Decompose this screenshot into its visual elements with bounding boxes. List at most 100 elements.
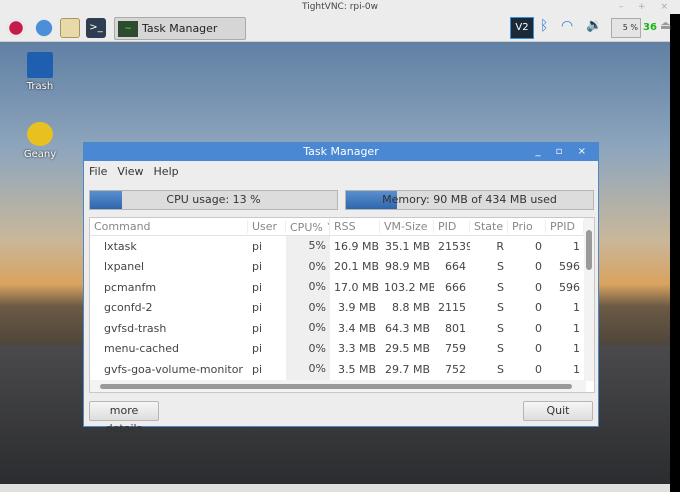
cell-command: menu-cached	[104, 342, 179, 356]
column-header-vm-size[interactable]: VM-Size	[380, 220, 434, 233]
scrollbar-thumb[interactable]	[100, 384, 572, 389]
cell-command: gconfd-2	[104, 301, 153, 315]
cell-cpu: 5%	[286, 236, 330, 257]
volume-icon[interactable]: 🔉	[586, 18, 602, 33]
cell-vm-size: 8.8 MB	[391, 301, 430, 315]
cell-command: lxtask	[104, 239, 137, 253]
cell-rss: 20.1 MB	[334, 260, 380, 274]
menu-file[interactable]: File	[89, 165, 107, 178]
vnc-window-controls[interactable]: – + ×	[619, 0, 674, 14]
cell-user: pi	[252, 362, 263, 376]
cell-cpu: 0%	[286, 338, 330, 359]
quit-button[interactable]: Quit	[523, 401, 593, 421]
table-row[interactable]: pcmanfm pi 0% 17.0 MB 103.2 MB 666 S 0 596	[90, 277, 594, 298]
table-header: Command User CPU% ˅ RSS VM-Size PID State Prio P…	[90, 218, 594, 236]
column-header-command[interactable]: Command	[90, 220, 248, 233]
column-header-pid[interactable]: PID	[434, 220, 470, 233]
menu-bar: File View Help	[84, 161, 598, 181]
cell-user: pi	[252, 260, 263, 274]
cell-prio: 0	[535, 321, 542, 335]
cell-command: gvfsd-trash	[104, 321, 167, 335]
eject-icon[interactable]: ⏏	[660, 18, 671, 32]
taskbar-task-manager-button[interactable]: ~ Task Manager	[114, 17, 246, 40]
cpu-monitor[interactable]: 5 %	[611, 18, 641, 38]
wifi-icon[interactable]: ◠	[561, 18, 573, 34]
terminal-icon[interactable]: >_	[86, 18, 106, 38]
geany-icon	[27, 122, 53, 146]
table-row[interactable]: menu-cached pi 0% 3.3 MB 29.5 MB 759 S 0 1	[90, 338, 594, 359]
table-row[interactable]: gvfs-goa-volume-monitor pi 0% 3.5 MB 29.7 MB…	[90, 359, 594, 380]
cell-cpu: 0%	[286, 318, 330, 339]
process-table: Command User CPU% ˅ RSS VM-Size PID State Prio P…	[89, 217, 595, 393]
cell-rss: 16.9 MB	[334, 239, 380, 253]
cell-state: S	[497, 301, 504, 315]
cell-state: R	[496, 239, 504, 253]
cell-command: pcmanfm	[104, 280, 157, 294]
vnc-border	[670, 14, 680, 492]
memory-label: Memory: 90 MB of 434 MB used	[382, 193, 557, 206]
cell-cpu: 0%	[286, 277, 330, 298]
vertical-scrollbar[interactable]	[584, 218, 594, 381]
scrollbar-thumb[interactable]	[586, 230, 592, 270]
table-row[interactable]: lxpanel pi 0% 20.1 MB 98.9 MB 664 S 0 596	[90, 256, 594, 277]
desktop-icon-geany[interactable]: Geany	[15, 122, 65, 160]
bluetooth-icon[interactable]: ᛒ	[540, 18, 548, 34]
cell-ppid: 1	[573, 321, 580, 335]
cell-vm-size: 35.1 MB	[384, 239, 430, 253]
task-button-label: Task Manager	[142, 22, 218, 35]
cell-cpu: 0%	[286, 297, 330, 318]
cpu-usage-bar: CPU usage: 13 %	[89, 190, 338, 210]
column-header-prio[interactable]: Prio	[508, 220, 546, 233]
table-row[interactable]: gconfd-2 pi 0% 3.9 MB 8.8 MB 2115 S 0 1	[90, 297, 594, 318]
cell-prio: 0	[535, 362, 542, 376]
table-row[interactable]: lxtask pi 5% 16.9 MB 35.1 MB 21539 R 0 1	[90, 236, 594, 257]
cell-prio: 0	[535, 301, 542, 315]
cell-state: S	[497, 362, 504, 376]
cell-prio: 0	[535, 342, 542, 356]
column-header-state[interactable]: State	[470, 220, 508, 233]
window-title: Task Manager	[303, 145, 379, 158]
geany-label: Geany	[23, 149, 57, 160]
cell-user: pi	[252, 342, 263, 356]
column-header-ppid[interactable]: PPID	[546, 220, 584, 233]
window-controls[interactable]: _ ▫ ×	[535, 143, 592, 161]
cpu-usage-label: CPU usage: 13 %	[166, 193, 261, 206]
cell-pid: 2115	[438, 301, 466, 315]
cell-rss: 17.0 MB	[334, 280, 380, 294]
cell-user: pi	[252, 280, 263, 294]
cell-user: pi	[252, 301, 263, 315]
vnc-titlebar: TightVNC: rpi-0w – + ×	[0, 0, 680, 14]
memory-bar: Memory: 90 MB of 434 MB used	[345, 190, 594, 210]
cell-pid: 21539	[438, 239, 470, 253]
temperature-readout: 36	[643, 22, 657, 33]
cell-pid: 759	[445, 342, 466, 356]
cell-rss: 3.4 MB	[337, 321, 376, 335]
desktop-icon-trash[interactable]: Trash	[15, 52, 65, 92]
column-header-cpu[interactable]: CPU% ˅	[286, 218, 330, 235]
horizontal-scrollbar[interactable]	[90, 380, 586, 392]
cell-state: S	[497, 280, 504, 294]
column-header-user[interactable]: User	[248, 220, 286, 233]
vnc-scrollbar[interactable]	[0, 484, 670, 492]
taskbar: >_ ~ Task Manager V2 ᛒ ◠ 🔉 5 % 36 ⏏	[0, 14, 671, 42]
raspberry-menu-icon[interactable]	[6, 18, 26, 38]
cell-vm-size: 98.9 MB	[384, 260, 430, 274]
menu-help[interactable]: Help	[154, 165, 179, 178]
cell-ppid: 596	[559, 260, 580, 274]
cell-ppid: 1	[573, 239, 580, 253]
file-manager-icon[interactable]	[60, 18, 80, 38]
web-browser-icon[interactable]	[34, 18, 54, 38]
column-header-rss[interactable]: RSS	[330, 220, 380, 233]
cell-rss: 3.5 MB	[337, 362, 376, 376]
vnc-server-icon[interactable]: V2	[510, 17, 534, 39]
more-details-button[interactable]: more details	[89, 401, 159, 435]
menu-view[interactable]: View	[117, 165, 143, 178]
cell-vm-size: 64.3 MB	[384, 321, 430, 335]
trash-label: Trash	[26, 81, 54, 92]
cell-rss: 3.9 MB	[337, 301, 376, 315]
cell-ppid: 596	[559, 280, 580, 294]
trash-icon	[27, 52, 53, 78]
cell-rss: 3.3 MB	[337, 342, 376, 356]
table-row[interactable]: gvfsd-trash pi 0% 3.4 MB 64.3 MB 801 S 0 1	[90, 318, 594, 339]
window-titlebar[interactable]: Task Manager _ ▫ ×	[84, 143, 598, 161]
